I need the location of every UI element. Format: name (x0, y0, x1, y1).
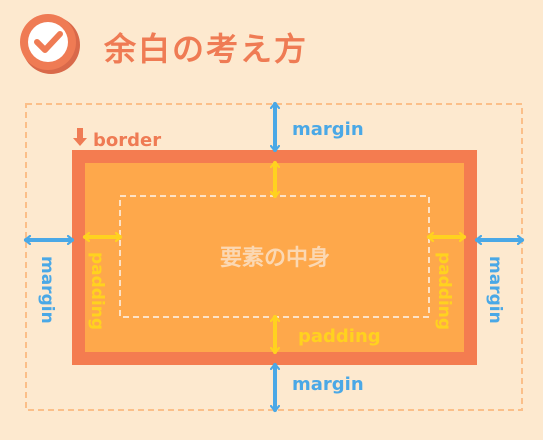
border-label: border (93, 130, 161, 151)
arrow-down-icon (73, 128, 87, 146)
padding-label-left: padding (87, 252, 107, 330)
margin-label-bottom: margin (292, 374, 364, 395)
margin-label-right: margin (485, 256, 505, 324)
padding-label-right: padding (434, 252, 454, 330)
margin-label-top: margin (292, 119, 364, 140)
content-label: 要素の中身 (220, 245, 330, 271)
margin-label-left: margin (37, 256, 57, 324)
box-model-diagram: 要素の中身 border margin margin margin margin… (0, 0, 543, 440)
padding-label-bottom: padding (298, 326, 381, 347)
border-indicator (73, 128, 87, 146)
